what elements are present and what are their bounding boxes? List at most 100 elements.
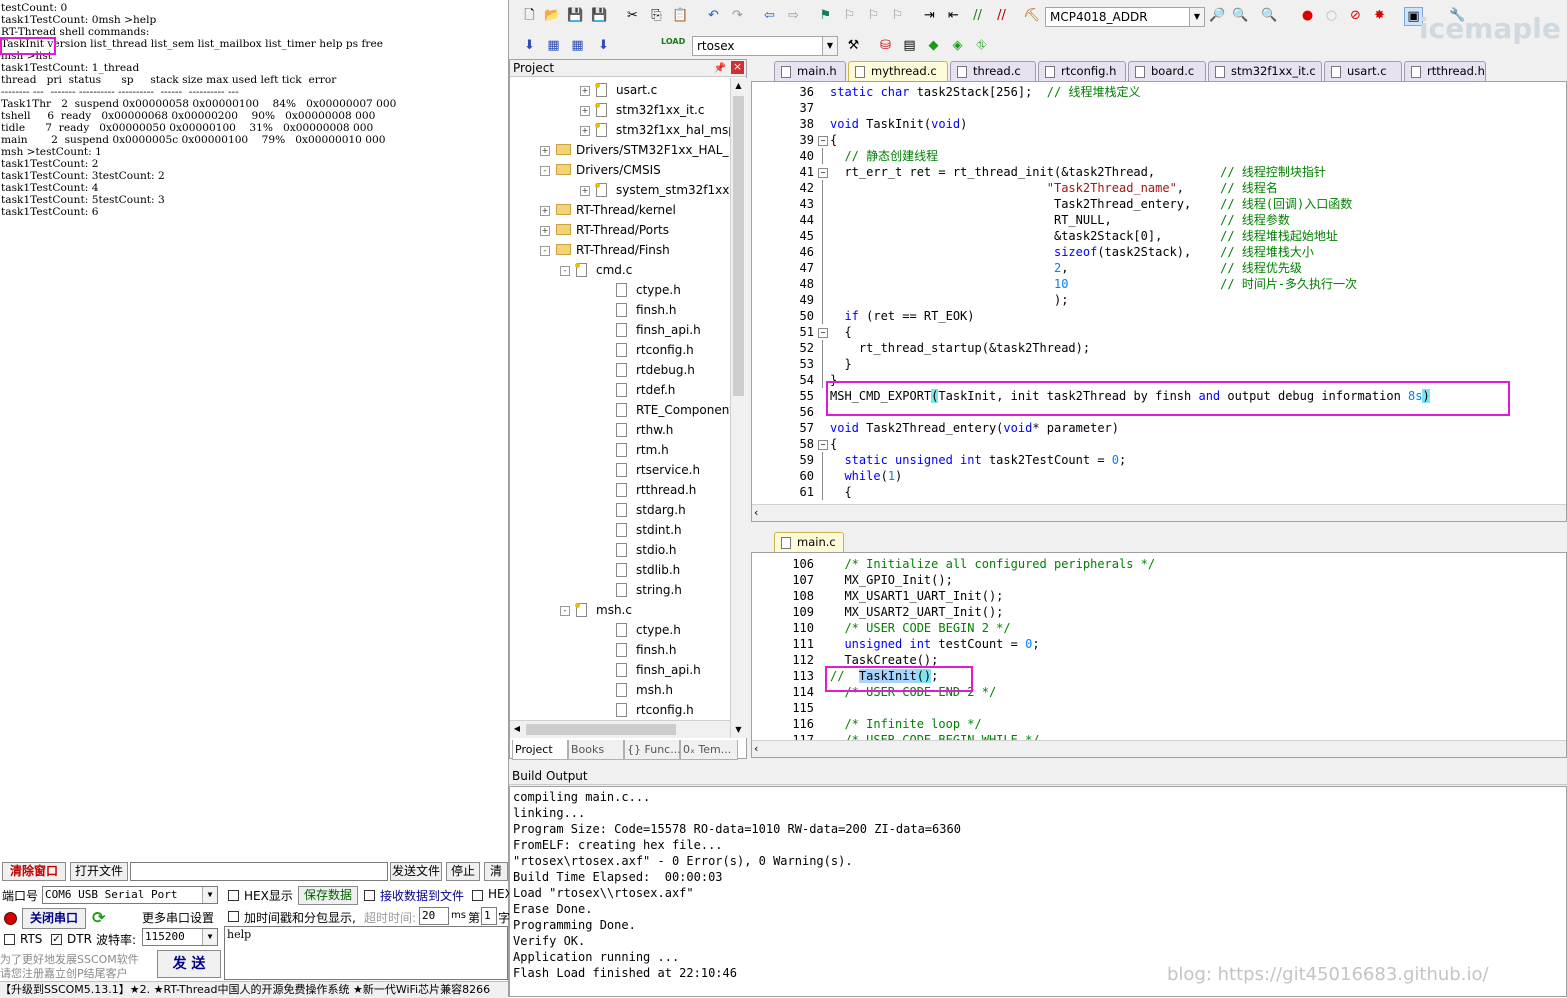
cut-icon[interactable]: ✂ xyxy=(624,7,641,24)
tree-item[interactable]: + system_stm32f1xx.c xyxy=(510,180,730,200)
indent-icon[interactable]: ⇥ xyxy=(921,7,938,24)
tree-item[interactable]: ctype.h xyxy=(510,280,730,300)
fold-icon[interactable]: − xyxy=(818,328,828,338)
tree-item[interactable]: rtdebug.h xyxy=(510,360,730,380)
expand-icon[interactable]: + xyxy=(540,146,550,156)
download-load-icon[interactable]: LOAD xyxy=(661,37,685,54)
dtr-checkbox[interactable]: ✓ xyxy=(51,934,62,945)
tree-item[interactable]: + usart.c xyxy=(510,80,730,100)
unindent-icon[interactable]: ⇤ xyxy=(945,7,962,24)
scroll-thumb[interactable] xyxy=(733,96,744,396)
save-data-button[interactable]: 保存数据 xyxy=(298,886,358,905)
panel-tab[interactable]: {} Func... xyxy=(624,740,681,760)
expand-icon[interactable]: + xyxy=(580,126,590,136)
tree-item[interactable]: msh.h xyxy=(510,680,730,700)
tree-item[interactable]: rtconfig.h xyxy=(510,700,730,718)
tree-item[interactable]: finsh.h xyxy=(510,300,730,320)
editor2-code[interactable]: 106 /* Initialize all configured periphe… xyxy=(751,552,1567,758)
tree-item[interactable]: rtdef.h xyxy=(510,380,730,400)
expand-icon[interactable]: + xyxy=(580,186,590,196)
panel-tab[interactable]: 0ₓ Tem... xyxy=(680,740,738,760)
collapse-icon[interactable]: - xyxy=(560,266,570,276)
incremental-find-icon[interactable]: 🔍 xyxy=(1232,7,1249,24)
send-file-button[interactable]: 发送文件 xyxy=(390,862,442,881)
collapse-icon[interactable]: - xyxy=(540,166,550,176)
collapse-icon[interactable]: - xyxy=(540,246,550,256)
hex-send-checkbox[interactable] xyxy=(472,890,483,901)
scroll-left-icon[interactable]: ◀ xyxy=(510,721,524,737)
uncomment-icon[interactable]: // xyxy=(993,7,1010,24)
expand-icon[interactable]: + xyxy=(580,106,590,116)
new-file-icon[interactable]: 🗋 xyxy=(521,7,538,24)
terminal-output[interactable]: testCount: 0 task1TestCount: 0msh >help RT… xyxy=(0,0,506,858)
editor-tab[interactable]: main.c xyxy=(774,532,844,552)
editor-tab[interactable]: thread.c xyxy=(950,61,1036,81)
save-icon[interactable]: 💾 xyxy=(567,7,584,24)
breakpoint-disable-icon[interactable]: ○ xyxy=(1323,7,1340,24)
tree-item[interactable]: stdint.h xyxy=(510,520,730,540)
bookmark-icon[interactable]: ⚑ xyxy=(817,7,834,24)
timestamp-checkbox[interactable] xyxy=(228,911,239,922)
find-icon[interactable]: 🔎 xyxy=(1209,7,1226,24)
baud-select[interactable]: 115200 ▼ xyxy=(142,928,218,946)
tree-item[interactable]: rtservice.h xyxy=(510,460,730,480)
collapse-icon[interactable]: - xyxy=(560,606,570,616)
editor1-code[interactable]: 36 static char task2Stack[256]; // 线程堆栈定义… xyxy=(751,81,1567,522)
chevron-down-icon[interactable]: ▼ xyxy=(202,929,217,945)
editor-tab[interactable]: board.c xyxy=(1128,61,1206,81)
select-packs-icon[interactable]: ◈ xyxy=(949,37,966,54)
editor-tab[interactable]: rtthread.h xyxy=(1404,61,1486,81)
rebuild-icon[interactable]: ▦ xyxy=(569,37,586,54)
scroll-up-icon[interactable]: ▲ xyxy=(731,78,746,94)
tree-item[interactable]: + stm32f1xx_it.c xyxy=(510,100,730,120)
tree-item[interactable]: finsh_api.h xyxy=(510,320,730,340)
fold-icon[interactable]: − xyxy=(818,136,828,146)
send-textarea[interactable]: help xyxy=(224,926,508,980)
nav-back-icon[interactable]: ⇦ xyxy=(761,7,778,24)
comment-icon[interactable]: // xyxy=(969,7,986,24)
tree-item[interactable]: - cmd.c xyxy=(510,260,730,280)
editor-tab[interactable]: rtconfig.h xyxy=(1038,61,1126,81)
bookmark-next-icon[interactable]: ⚐ xyxy=(865,7,882,24)
scroll-left-icon[interactable]: ‹ xyxy=(754,505,758,521)
translate-icon[interactable]: ⬇ xyxy=(521,37,538,54)
tree-item[interactable]: + Drivers/STM32F1xx_HAL_ xyxy=(510,140,730,160)
tree-item[interactable]: - RT-Thread/Finsh xyxy=(510,240,730,260)
editor1-horizontal-scrollbar[interactable]: ‹ xyxy=(752,504,1566,521)
chevron-down-icon[interactable]: ▼ xyxy=(1189,8,1204,26)
breakpoint-kill-all-icon[interactable]: ✸ xyxy=(1371,7,1388,24)
fold-icon[interactable]: − xyxy=(818,168,828,178)
tree-item[interactable]: finsh.h xyxy=(510,640,730,660)
scroll-down-icon[interactable]: ▼ xyxy=(731,722,746,738)
bookmark-prev-icon[interactable]: ⚐ xyxy=(841,7,858,24)
fold-icon[interactable]: − xyxy=(818,440,828,450)
tree-item[interactable]: finsh_api.h xyxy=(510,660,730,680)
project-target-select[interactable]: rtosex ▼ xyxy=(692,36,838,56)
tree-item[interactable]: rtthread.h xyxy=(510,480,730,500)
tree-item[interactable]: stdarg.h xyxy=(510,500,730,520)
recv-to-file-checkbox[interactable] xyxy=(364,890,375,901)
clear-window-button[interactable]: 清除窗口 xyxy=(2,862,66,881)
build-icon[interactable]: ▦ xyxy=(545,37,562,54)
undo-icon[interactable]: ↶ xyxy=(705,7,722,24)
debug-session-icon[interactable]: 🔍 xyxy=(1261,7,1278,24)
port-select[interactable]: COM6 USB Serial Port ▼ xyxy=(42,886,218,904)
tree-item[interactable]: - msh.c xyxy=(510,600,730,620)
target-options-icon[interactable]: ⚒ xyxy=(845,37,862,54)
h-scroll-thumb[interactable] xyxy=(526,724,676,735)
file-extensions-icon[interactable]: ▤ xyxy=(901,37,918,54)
hex-display-checkbox[interactable] xyxy=(228,890,239,901)
project-vertical-scrollbar[interactable]: ▲ ▼ xyxy=(730,78,747,738)
nav-forward-icon[interactable]: ⇨ xyxy=(785,7,802,24)
tree-item[interactable]: stdlib.h xyxy=(510,560,730,580)
bookmark-clear-icon[interactable]: ⚐ xyxy=(889,7,906,24)
tree-item[interactable]: ctype.h xyxy=(510,620,730,640)
editor-tab[interactable]: main.h xyxy=(774,61,846,81)
save-all-icon[interactable]: 💾 xyxy=(591,7,608,24)
page-input[interactable]: 1 xyxy=(481,907,497,925)
copy-icon[interactable]: ⎘ xyxy=(648,7,665,24)
target-combo[interactable]: MCP4018_ADDR ▼ xyxy=(1045,7,1205,27)
tree-item[interactable]: rtconfig.h xyxy=(510,340,730,360)
pack-installer-icon[interactable]: ⛗ xyxy=(973,37,990,54)
tree-item[interactable]: stdio.h xyxy=(510,540,730,560)
